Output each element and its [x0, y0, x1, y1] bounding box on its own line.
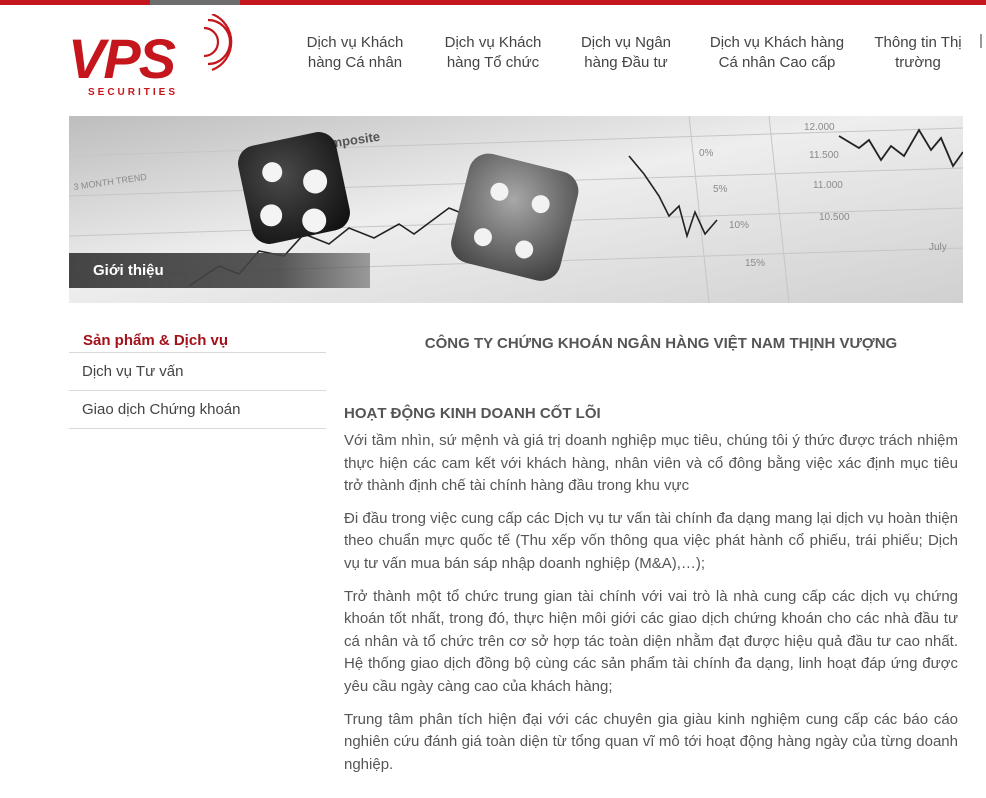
banner-text-july: July — [929, 242, 947, 253]
nav-item-label: Dịch vụ Khách hàng — [709, 34, 845, 51]
nav-overflow-edge — [980, 34, 986, 48]
nav-item-label: hàng Tổ chức — [446, 54, 540, 71]
banner-text-12000: 12.000 — [804, 122, 835, 133]
banner-text-pct-15: 15% — [745, 258, 765, 269]
nav-item-label: Dịch vụ Ngân — [580, 34, 672, 51]
paragraph: Với tầm nhìn, sứ mệnh và giá trị doanh n… — [344, 432, 958, 495]
banner-text-pct-10: 10% — [729, 220, 749, 231]
logo-wordmark: VPS — [68, 27, 176, 90]
paragraph: Đi đầu trong việc cung cấp các Dịch vụ t… — [344, 509, 958, 572]
sidebar: Sản phẩm & Dịch vụ Dịch vụ Tư vấn Giao d… — [69, 329, 326, 429]
dark-die — [238, 132, 350, 244]
banner-text-pct-5: 5% — [713, 184, 728, 195]
nav-item-label: Dịch vụ Khách — [306, 34, 404, 51]
section-title: HOẠT ĐỘNG KINH DOANH CỐT LÕI — [344, 405, 601, 422]
banner-text-11500: 11.500 — [809, 150, 839, 161]
paragraph: Trở thành một tổ chức trung gian tài chí… — [344, 587, 958, 695]
main-content: CÔNG TY CHỨNG KHOÁN NGÂN HÀNG VIỆT NAM T… — [344, 330, 958, 776]
nav-item-institutional-clients[interactable]: Dịch vụ Khách hàng Tổ chức — [434, 33, 552, 73]
nav-item-label: Thông tin Thị — [874, 34, 962, 51]
sidebar-heading: Sản phẩm & Dịch vụ — [69, 329, 326, 353]
hero-banner: Composite 3 MONTH TREND 0% 5% 10% 15% 12… — [69, 116, 963, 303]
company-name: CÔNG TY CHỨNG KHOÁN NGÂN HÀNG VIỆT NAM T… — [424, 335, 898, 352]
vps-logo[interactable]: VPS SECURITIES — [68, 14, 233, 100]
nav-item-label: hàng Đầu tư — [584, 54, 668, 71]
paragraph: Trung tâm phân tích hiện đại với các chu… — [344, 710, 958, 773]
signal-waves-icon — [203, 14, 233, 72]
banner-text-pct-0: 0% — [699, 148, 714, 159]
banner-text-11000: 11.000 — [813, 180, 843, 191]
top-accent-bar — [0, 0, 986, 5]
sidebar-item-securities-trading[interactable]: Giao dịch Chứng khoán — [69, 391, 326, 429]
top-accent-tab — [150, 0, 240, 5]
nav-item-label: trường — [895, 54, 941, 71]
logo-tagline: SECURITIES — [88, 87, 178, 98]
nav-item-label: Dịch vụ Khách — [444, 34, 542, 51]
nav-item-label: Cá nhân Cao cấp — [718, 54, 836, 71]
nav-item-investment-banking[interactable]: Dịch vụ Ngân hàng Đầu tư — [570, 33, 682, 73]
banner-text-10500: 10.500 — [819, 212, 850, 223]
nav-item-label: hàng Cá nhân — [307, 54, 403, 71]
nav-item-premium-clients[interactable]: Dịch vụ Khách hàng Cá nhân Cao cấp — [702, 33, 852, 73]
sidebar-item-advisory[interactable]: Dịch vụ Tư vấn — [69, 353, 326, 391]
nav-item-market-info[interactable]: Thông tin Thị trường — [868, 33, 968, 73]
nav-item-individual-clients[interactable]: Dịch vụ Khách hàng Cá nhân — [300, 33, 410, 73]
banner-title: Giới thiệu — [93, 262, 164, 279]
